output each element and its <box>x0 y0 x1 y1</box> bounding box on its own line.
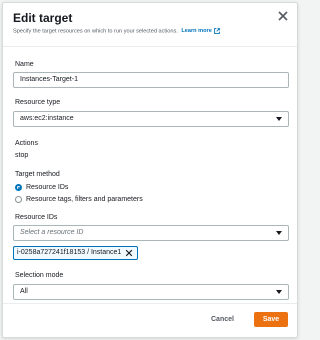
radio-resource-ids-label: Resource IDs <box>26 184 69 191</box>
radio-resource-tags-label: Resource tags, filters and parameters <box>26 196 143 203</box>
remove-token-icon[interactable] <box>125 249 133 257</box>
footer-divider <box>3 303 297 304</box>
edit-target-modal: Edit target Specify the target resources… <box>2 2 298 338</box>
radio-resource-tags[interactable]: Resource tags, filters and parameters <box>15 196 143 203</box>
selection-mode-value: All <box>20 288 28 295</box>
close-icon[interactable] <box>278 11 288 21</box>
actions-value: stop <box>15 152 29 159</box>
learn-more-link[interactable]: Learn more <box>181 28 211 34</box>
selection-mode-select[interactable]: All <box>13 284 289 300</box>
name-input[interactable]: Instances-Target-1 <box>13 72 289 88</box>
external-link-icon[interactable] <box>214 28 221 34</box>
selection-mode-label: Selection mode <box>15 272 64 279</box>
subtitle-text: Specify the target resources on which to… <box>13 28 178 35</box>
modal-title: Edit target <box>13 11 73 25</box>
resource-ids-select[interactable]: Select a resource ID <box>13 225 289 241</box>
resource-id-token: i-0258a727241f18153 / Instance1 <box>13 246 139 260</box>
cancel-button[interactable]: Cancel <box>211 316 234 323</box>
chevron-down-icon <box>276 290 282 294</box>
chevron-down-icon <box>276 117 282 121</box>
resource-type-select[interactable]: aws:ec2:instance <box>13 111 289 127</box>
radio-button-unchecked[interactable] <box>15 196 22 203</box>
radio-resource-ids[interactable]: Resource IDs <box>15 184 68 191</box>
save-button[interactable]: Save <box>254 312 288 327</box>
modal-subtitle: Specify the target resources on which to… <box>13 28 287 34</box>
chevron-down-icon <box>276 231 282 235</box>
resource-type-value: aws:ec2:instance <box>20 115 74 122</box>
target-method-label: Target method <box>15 171 60 178</box>
resource-ids-placeholder: Select a resource ID <box>20 229 84 236</box>
resource-type-label: Resource type <box>15 99 61 106</box>
actions-label: Actions <box>15 140 38 147</box>
resource-ids-label: Resource IDs <box>15 214 58 221</box>
modal-header: Edit target Specify the target resources… <box>3 3 297 47</box>
name-label: Name <box>15 61 34 68</box>
radio-button-checked[interactable] <box>15 184 22 191</box>
resource-id-token-label: i-0258a727241f18153 / Instance1 <box>17 249 122 256</box>
